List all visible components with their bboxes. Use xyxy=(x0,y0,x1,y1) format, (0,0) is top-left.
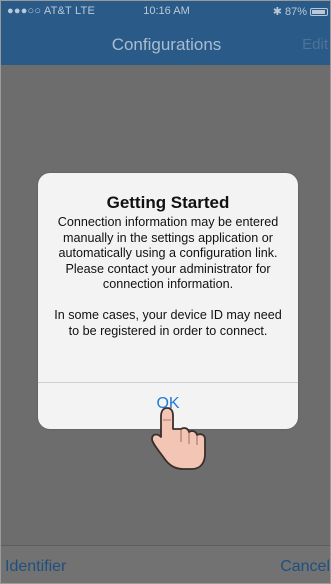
battery-icon xyxy=(310,7,328,16)
alert-title: Getting Started xyxy=(106,193,230,212)
navigation-bar: Configurations Edit xyxy=(1,21,330,65)
identifier-button[interactable]: Identifier xyxy=(5,558,66,576)
battery-percent: 87% xyxy=(284,5,307,18)
alert-message-device-id: In some cases, your device ID may need t… xyxy=(54,307,282,338)
bottom-toolbar: Identifier Cancel xyxy=(1,545,330,583)
bluetooth-icon: ✱ xyxy=(272,6,282,18)
edit-button[interactable]: Edit xyxy=(302,36,328,53)
cancel-button[interactable]: Cancel xyxy=(280,558,330,576)
app-screen: ●●●○○ AT&T LTE 10:16 AM ✱ 87% Configurat… xyxy=(0,0,331,584)
tap-hand-icon xyxy=(151,407,206,470)
getting-started-alert: Getting Started Connection information m… xyxy=(38,173,298,429)
alert-message-connection: Connection information may be entered ma… xyxy=(57,215,279,292)
status-bar: ●●●○○ AT&T LTE 10:16 AM ✱ 87% xyxy=(1,1,330,21)
battery-status: ✱ 87% xyxy=(273,5,328,18)
alert-message: Connection information may be entered ma… xyxy=(52,215,284,339)
page-title: Configurations xyxy=(111,35,222,54)
